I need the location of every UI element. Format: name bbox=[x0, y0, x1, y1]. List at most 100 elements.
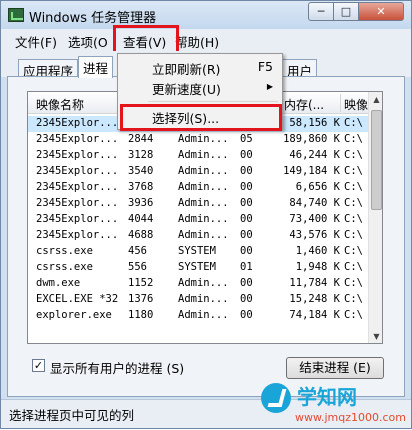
process-cell-user: Admin... bbox=[178, 229, 229, 241]
process-row[interactable]: csrss.exe 556 SYSTEM 01 1,948 K C:\ bbox=[28, 260, 368, 276]
process-cell-mem: 84,740 K bbox=[289, 197, 340, 209]
process-cell-mem: 74,184 K bbox=[289, 309, 340, 321]
process-row[interactable]: explorer.exe 1180 Admin... 00 74,184 K C:\ bbox=[28, 308, 368, 324]
process-row[interactable]: dwm.exe 1152 Admin... 00 11,784 K C:\ bbox=[28, 276, 368, 292]
process-cell-path: C:\ bbox=[344, 149, 363, 161]
process-cell-cpu: 00 bbox=[240, 197, 253, 209]
menu-item-refresh-now[interactable]: 立即刷新(R) F5 bbox=[119, 57, 281, 77]
submenu-arrow-icon: ▶ bbox=[266, 82, 273, 91]
process-cell-pid: 1152 bbox=[128, 277, 154, 289]
process-cell-name: csrss.exe bbox=[36, 245, 93, 257]
process-cell-cpu: 00 bbox=[240, 245, 253, 257]
menu-separator bbox=[148, 101, 278, 102]
scroll-down-arrow-icon[interactable]: ▼ bbox=[369, 329, 382, 343]
process-cell-cpu: 00 bbox=[240, 165, 253, 177]
process-cell-name: 2345Explor... bbox=[36, 117, 119, 129]
select-columns-highlight-box bbox=[120, 104, 282, 131]
process-cell-mem: 11,784 K bbox=[289, 277, 340, 289]
process-cell-name: dwm.exe bbox=[36, 277, 81, 289]
process-cell-user: SYSTEM bbox=[178, 245, 216, 257]
process-cell-pid: 3128 bbox=[128, 149, 154, 161]
process-row[interactable]: csrss.exe 456 SYSTEM 00 1,460 K C:\ bbox=[28, 244, 368, 260]
process-row[interactable]: 2345Explor... 3936 Admin... 00 84,740 K C:\ bbox=[28, 196, 368, 212]
menu-item-update-speed[interactable]: 更新速度(U) ▶ bbox=[119, 77, 281, 97]
process-cell-path: C:\ bbox=[344, 165, 363, 177]
process-row[interactable]: 2345Explor... 4688 Admin... 00 43,576 K C:\ bbox=[28, 228, 368, 244]
process-cell-mem: 149,184 K bbox=[283, 165, 340, 177]
process-cell-user: Admin... bbox=[178, 309, 229, 321]
scroll-thumb[interactable] bbox=[371, 110, 382, 210]
process-cell-name: 2345Explor... bbox=[36, 229, 119, 241]
show-all-users-label[interactable]: 显示所有用户的进程 (S) bbox=[50, 358, 184, 377]
process-row[interactable]: 2345Explor... 3540 Admin... 00 149,184 K C:\ bbox=[28, 164, 368, 180]
process-cell-name: 2345Explor... bbox=[36, 181, 119, 193]
process-cell-user: Admin... bbox=[178, 293, 229, 305]
process-row[interactable]: EXCEL.EXE *32 1376 Admin... 00 15,248 K C:\ bbox=[28, 292, 368, 308]
process-cell-user: Admin... bbox=[178, 133, 229, 145]
process-cell-path: C:\ bbox=[344, 133, 363, 145]
process-cell-path: C:\ bbox=[344, 181, 363, 193]
process-cell-user: Admin... bbox=[178, 165, 229, 177]
process-cell-cpu: 00 bbox=[240, 277, 253, 289]
process-cell-cpu: 00 bbox=[240, 293, 253, 305]
title-bar[interactable]: Windows 任务管理器 ─ □ ✕ bbox=[1, 1, 411, 29]
column-image-name[interactable]: 映像名称 bbox=[36, 96, 84, 113]
process-cell-cpu: 00 bbox=[240, 213, 253, 225]
process-cell-mem: 1,460 K bbox=[295, 245, 340, 257]
menu-file[interactable]: 文件(F) bbox=[15, 32, 57, 51]
process-cell-pid: 1180 bbox=[128, 309, 154, 321]
column-separator[interactable] bbox=[340, 94, 341, 112]
show-all-users-checkbox[interactable]: ✓ bbox=[32, 359, 45, 372]
process-cell-cpu: 00 bbox=[240, 229, 253, 241]
process-cell-pid: 3540 bbox=[128, 165, 154, 177]
process-cell-path: C:\ bbox=[344, 117, 363, 129]
watermark-logo: 学知网 www.jmqz1000.com bbox=[261, 381, 412, 430]
process-cell-pid: 3768 bbox=[128, 181, 154, 193]
process-cell-user: Admin... bbox=[178, 213, 229, 225]
vertical-scrollbar[interactable]: ▲ ▼ bbox=[368, 92, 382, 343]
process-cell-mem: 15,248 K bbox=[289, 293, 340, 305]
process-cell-user: Admin... bbox=[178, 181, 229, 193]
process-cell-name: csrss.exe bbox=[36, 261, 93, 273]
process-cell-pid: 4044 bbox=[128, 213, 154, 225]
tab-processes[interactable]: 进程 bbox=[78, 56, 114, 78]
process-cell-path: C:\ bbox=[344, 213, 363, 225]
process-row[interactable]: 2345Explor... 3768 Admin... 00 6,656 K C:\ bbox=[28, 180, 368, 196]
watermark-title: 学知网 bbox=[297, 385, 357, 409]
process-cell-name: 2345Explor... bbox=[36, 213, 119, 225]
process-cell-cpu: 00 bbox=[240, 181, 253, 193]
minimize-button[interactable]: ─ bbox=[308, 2, 334, 21]
menu-item-label: 立即刷新(R) bbox=[152, 62, 221, 77]
process-cell-pid: 2844 bbox=[128, 133, 154, 145]
scroll-up-arrow-icon[interactable]: ▲ bbox=[369, 92, 382, 108]
process-cell-mem: 189,860 K bbox=[283, 133, 340, 145]
menu-options[interactable]: 选项(O bbox=[68, 32, 108, 51]
process-row[interactable]: 2345Explor... 4044 Admin... 00 73,400 K C:\ bbox=[28, 212, 368, 228]
process-row[interactable]: 2345Explor... 2844 Admin... 05 189,860 K C:\ bbox=[28, 132, 368, 148]
column-memory[interactable]: 内存(... bbox=[284, 96, 324, 113]
process-cell-name: 2345Explor... bbox=[36, 165, 119, 177]
task-manager-window: Windows 任务管理器 ─ □ ✕ 文件(F) 选项(O 查看(V) 帮助(… bbox=[0, 0, 412, 429]
process-cell-cpu: 05 bbox=[240, 133, 253, 145]
process-cell-name: 2345Explor... bbox=[36, 197, 119, 209]
process-cell-user: Admin... bbox=[178, 197, 229, 209]
menu-help[interactable]: 帮助(H) bbox=[175, 32, 219, 51]
menu-bar: 文件(F) 选项(O 查看(V) 帮助(H) bbox=[1, 29, 411, 51]
process-cell-pid: 3936 bbox=[128, 197, 154, 209]
process-row[interactable]: 2345Explor... 3128 Admin... 00 46,244 K C:\ bbox=[28, 148, 368, 164]
process-cell-pid: 556 bbox=[128, 261, 147, 273]
end-process-button[interactable]: 结束进程 (E) bbox=[286, 357, 384, 379]
process-cell-path: C:\ bbox=[344, 245, 363, 257]
maximize-button[interactable]: □ bbox=[333, 2, 359, 21]
process-cell-path: C:\ bbox=[344, 261, 363, 273]
close-button[interactable]: ✕ bbox=[358, 2, 404, 21]
column-image-path[interactable]: 映像 bbox=[344, 96, 368, 113]
task-manager-icon bbox=[8, 8, 24, 22]
process-cell-pid: 4688 bbox=[128, 229, 154, 241]
process-cell-mem: 1,948 K bbox=[295, 261, 340, 273]
status-text: 选择进程页中可见的列 bbox=[9, 408, 135, 423]
process-cell-name: EXCEL.EXE *32 bbox=[36, 293, 119, 305]
process-cell-path: C:\ bbox=[344, 277, 363, 289]
process-cell-cpu: 00 bbox=[240, 149, 253, 161]
process-cell-name: 2345Explor... bbox=[36, 133, 119, 145]
